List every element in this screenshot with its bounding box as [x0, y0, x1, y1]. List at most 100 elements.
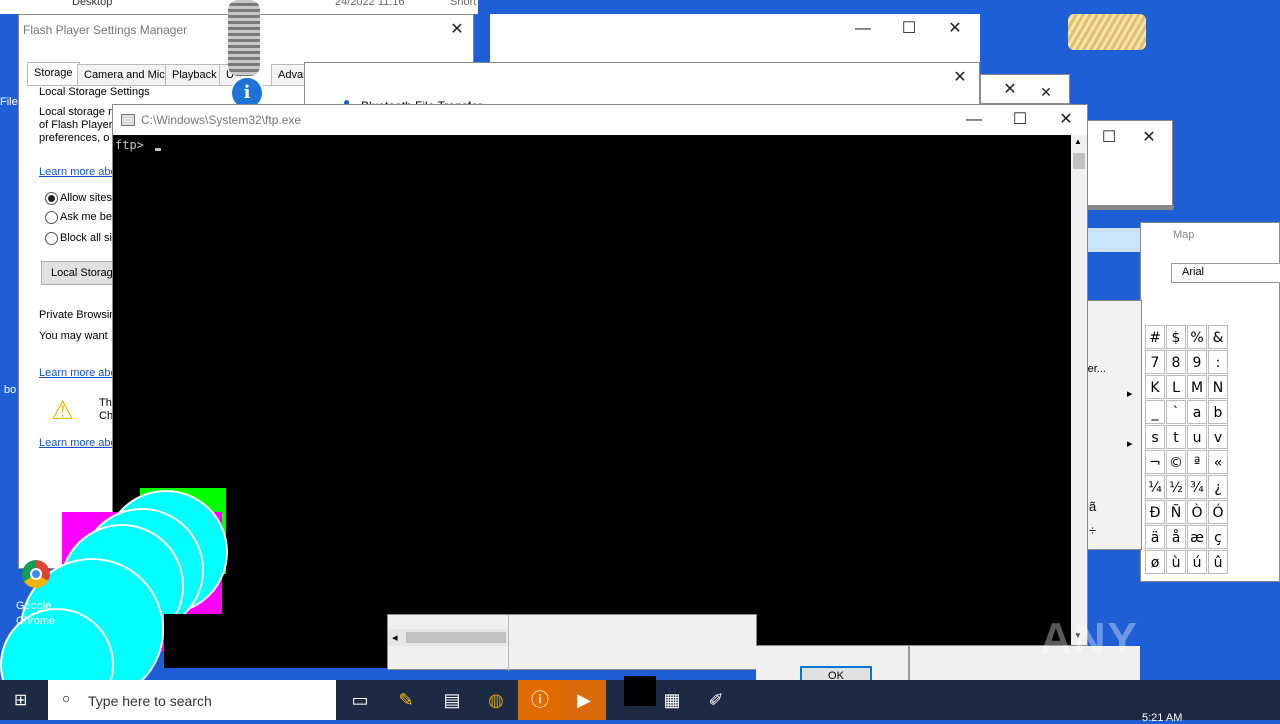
hscrollbar[interactable]: ◂ [388, 629, 508, 646]
minimize-icon[interactable]: — [840, 14, 886, 44]
chrome-desktop-icon[interactable]: Google Chrome [14, 560, 58, 630]
learn-more-link-1[interactable]: Learn more abo [39, 166, 117, 178]
learn-more-link-3[interactable]: Learn more abo [39, 437, 117, 449]
description-line-3: preferences, o [39, 132, 110, 144]
spring-graphic [228, 0, 260, 76]
char-cell[interactable]: « [1208, 450, 1228, 474]
task-view-icon[interactable]: ▭ [338, 680, 382, 720]
char-cell[interactable]: å [1166, 525, 1186, 549]
warning-icon: ⚠ [51, 395, 75, 425]
bluetooth-window: ● Bluetooth File Transfer ✕ [304, 62, 983, 109]
clock[interactable]: 5:21 AM [1142, 712, 1182, 724]
char-cell[interactable]: u [1187, 425, 1207, 449]
close-icon[interactable]: ✕ [1126, 123, 1172, 153]
chrome-label-line-2: Chrome [16, 615, 56, 627]
tab-camera-and-mic[interactable]: Camera and Mic [77, 64, 172, 86]
char-cell[interactable]: $ [1166, 325, 1186, 349]
char-cell[interactable]: M [1187, 375, 1207, 399]
char-cell[interactable]: a [1187, 400, 1207, 424]
close-icon[interactable]: ✕ [1043, 105, 1089, 135]
media-player-icon[interactable]: ▶ [562, 680, 606, 720]
char-cell[interactable]: ` [1166, 400, 1186, 424]
warning-text-1: Th [99, 397, 112, 409]
char-cell[interactable]: ¿ [1208, 475, 1228, 499]
explorer-icon[interactable]: ▦ [650, 680, 694, 720]
char-cell[interactable]: & [1208, 325, 1228, 349]
char-cell[interactable]: ¾ [1187, 475, 1207, 499]
char-cell[interactable]: ª [1187, 450, 1207, 474]
learn-more-link-2[interactable]: Learn more abo [39, 367, 117, 379]
close-icon[interactable]: ✕ [932, 14, 978, 44]
flash-title: Flash Player Settings Manager [23, 23, 188, 37]
char-cell[interactable]: û [1208, 550, 1228, 574]
search-icon: ○ [62, 690, 71, 706]
maximize-icon[interactable]: ☐ [886, 14, 932, 44]
snip-icon[interactable]: ✐ [694, 680, 738, 720]
radio-block-all[interactable] [45, 232, 58, 245]
char-cell[interactable]: : [1208, 350, 1228, 374]
char-cell[interactable]: _ [1145, 400, 1165, 424]
paint-icon[interactable]: ✎ [384, 680, 428, 720]
minimize-icon[interactable]: — [951, 105, 997, 135]
taskbar: ⊞ ○ Type here to search ▭ ✎ ▤ ◍ ⓘ ▶ ◐ ▦ … [0, 676, 1280, 724]
search-box[interactable]: ○ Type here to search [48, 680, 336, 720]
char-cell[interactable]: Ñ [1166, 500, 1186, 524]
scroll-thumb[interactable] [1073, 153, 1085, 169]
tab-storage[interactable]: Storage [27, 62, 80, 86]
globe-icon[interactable]: ◍ [474, 680, 518, 720]
window-divider [1086, 205, 1174, 209]
scroll-up-icon[interactable]: ▲ [1074, 137, 1082, 146]
char-cell[interactable]: L [1166, 375, 1186, 399]
close-icon[interactable]: ✕ [439, 15, 475, 45]
chrome-logo-icon [22, 560, 50, 588]
char-cell[interactable]: Ò [1187, 500, 1207, 524]
char-cell[interactable]: % [1187, 325, 1207, 349]
character-map-window: Map Arial # $% & 7 8 9: K L M N _ ` a b s t u v ¬ © ª « ¼ ½ ¾ ¿ Ð Ñ… [1140, 222, 1280, 582]
char-cell[interactable]: ¼ [1145, 475, 1165, 499]
char-cell[interactable]: ç [1208, 525, 1228, 549]
desktop-right-edge [1140, 584, 1280, 680]
char-cell[interactable]: ø [1145, 550, 1165, 574]
hscroll-thumb[interactable] [406, 632, 506, 643]
menu-item-partial-2: ÷ [1089, 523, 1097, 538]
char-cell[interactable]: 7 [1145, 350, 1165, 374]
char-cell[interactable]: ä [1145, 525, 1165, 549]
charmap-title: Map [1173, 229, 1195, 241]
char-cell[interactable]: Ó [1208, 500, 1228, 524]
info-taskbar-icon[interactable]: ⓘ [518, 680, 562, 720]
start-icon[interactable]: ⊞ [14, 690, 27, 710]
char-cell[interactable]: 8 [1166, 350, 1186, 374]
explorer-type: Short [450, 0, 477, 8]
char-cell[interactable]: s [1145, 425, 1165, 449]
description-line-1: Local storage m [39, 106, 118, 118]
private-browsing-title: Private Browsin [39, 309, 116, 321]
tab-playback[interactable]: Playback [165, 64, 224, 86]
char-cell[interactable]: © [1166, 450, 1186, 474]
close-icon[interactable]: ✕ [937, 63, 983, 93]
app-window-icon[interactable]: ▤ [430, 680, 474, 720]
char-cell[interactable]: Ð [1145, 500, 1165, 524]
char-cell[interactable]: # [1145, 325, 1165, 349]
char-cell[interactable]: ½ [1166, 475, 1186, 499]
char-cell[interactable]: v [1208, 425, 1228, 449]
char-cell[interactable]: 9 [1187, 350, 1207, 374]
char-cell[interactable]: ¬ [1145, 450, 1165, 474]
char-cell[interactable]: K [1145, 375, 1165, 399]
close-icon[interactable]: ✕ [1023, 77, 1069, 107]
char-cell[interactable]: ú [1187, 550, 1207, 574]
char-cell[interactable]: b [1208, 400, 1228, 424]
radio-ask-me[interactable] [45, 211, 58, 224]
radio-allow-sites[interactable] [45, 192, 58, 205]
description-line-2: of Flash Player [39, 119, 113, 131]
char-cell[interactable]: t [1166, 425, 1186, 449]
ftp-titlebar: C:\Windows\System32\ftp.exe — ☐ ✕ [113, 105, 1087, 135]
char-cell[interactable]: ù [1166, 550, 1186, 574]
ftp-title: C:\Windows\System32\ftp.exe [141, 113, 302, 127]
console-scrollbar[interactable]: ▲ ▼ [1071, 135, 1087, 645]
maximize-icon[interactable]: ☐ [997, 105, 1043, 135]
char-cell[interactable]: N [1208, 375, 1228, 399]
scroll-residue-window: ◂ [387, 614, 757, 671]
scroll-left-icon[interactable]: ◂ [392, 631, 398, 644]
char-cell[interactable]: æ [1187, 525, 1207, 549]
font-select[interactable]: Arial [1171, 263, 1280, 283]
